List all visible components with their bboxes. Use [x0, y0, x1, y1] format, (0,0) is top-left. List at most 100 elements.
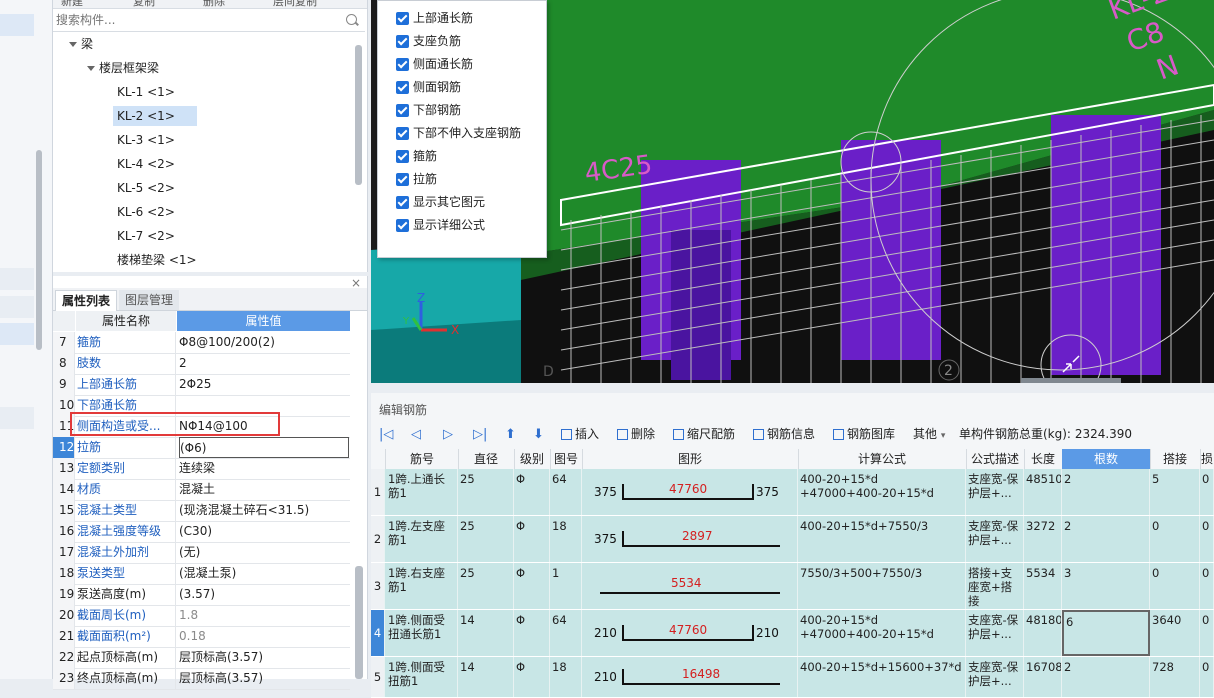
property-value[interactable]: 连续梁 [179, 458, 349, 479]
checked-icon[interactable] [396, 127, 409, 140]
cell-bar-name[interactable]: 1跨.上通长筋1 [386, 469, 458, 515]
grid-header-column[interactable]: 图号 [550, 449, 583, 469]
tree-item-kl-7[interactable]: KL-7 <2> [113, 226, 179, 246]
delete-button[interactable]: 删除 [203, 0, 225, 8]
cell-length[interactable]: 48510 [1024, 469, 1062, 515]
scale-rebar-button[interactable]: 缩尺配筋 [673, 423, 735, 445]
cell-grade[interactable]: Φ [514, 563, 550, 609]
property-name[interactable]: 截面周长(m) [77, 605, 176, 626]
tree-item-kl-3[interactable]: KL-3 <1> [113, 130, 179, 150]
other-dropdown[interactable]: 其他 ▾ [913, 423, 945, 445]
cell-formula[interactable]: 400-20+15*d+15600+37*d [798, 657, 966, 697]
property-row[interactable]: 22 起点顶标高(m) 层顶标高(3.57) [53, 647, 350, 669]
property-row[interactable]: 8 肢数 2 [53, 353, 350, 375]
grid-header-index[interactable] [371, 449, 386, 469]
cell-formula[interactable]: 400-20+15*d+7550/3 [798, 516, 966, 562]
property-value[interactable]: (Φ6) [179, 437, 349, 458]
grid-header-column[interactable]: 长度 [1024, 449, 1063, 469]
strip-item[interactable] [0, 268, 34, 290]
checkbox-bottom-bar[interactable]: 下部钢筋 [396, 99, 461, 121]
cell-lap[interactable]: 0 [1150, 516, 1200, 562]
row-index[interactable]: 1 [371, 469, 385, 515]
property-value[interactable]: (混凝土泵) [179, 563, 349, 584]
floor-copy-button[interactable]: 层间复制 [273, 0, 317, 8]
property-name[interactable]: 泵送类型 [77, 563, 176, 584]
tree-item-kl-1[interactable]: KL-1 <1> [113, 82, 179, 102]
property-value[interactable]: Φ8@100/200(2) [179, 332, 349, 353]
copy-button[interactable]: 复制 [133, 0, 155, 8]
cell-shape[interactable]: 210 210 47760 [582, 610, 798, 656]
grid-header-column[interactable]: 根数 [1062, 449, 1151, 469]
property-row[interactable]: 18 泵送类型 (混凝土泵) [53, 563, 350, 585]
cell-figure-no[interactable]: 18 [550, 516, 582, 562]
grid-header-column[interactable]: 搭接 [1150, 449, 1201, 469]
checkbox-bottom-not-into-support[interactable]: 下部不伸入支座钢筋 [396, 122, 521, 144]
property-value[interactable]: 层顶标高(3.57) [179, 647, 349, 668]
cell-length[interactable]: 48180 [1024, 610, 1062, 656]
strip-item[interactable] [0, 407, 34, 429]
cell-description[interactable]: 支座宽-保护层+... [966, 469, 1024, 515]
property-value[interactable]: (无) [179, 542, 349, 563]
row-index[interactable]: 4 [371, 610, 385, 656]
row-index[interactable]: 2 [371, 516, 385, 562]
cell-bar-name[interactable]: 1跨.侧面受扭筋1 [386, 657, 458, 697]
move-up-icon[interactable]: ⬆ [505, 427, 516, 442]
checkbox-top-through-bar[interactable]: 上部通长筋 [396, 7, 473, 29]
checkbox-support-negative-bar[interactable]: 支座负筋 [396, 30, 461, 52]
cell-description[interactable]: 支座宽-保护层+... [966, 657, 1024, 697]
tree-item-kl-4[interactable]: KL-4 <2> [113, 154, 179, 174]
cell-figure-no[interactable]: 64 [550, 610, 582, 656]
cell-count[interactable]: 3 [1062, 563, 1150, 609]
first-icon[interactable]: |◁ [379, 427, 393, 442]
tree-item-kl-6[interactable]: KL-6 <2> [113, 202, 179, 222]
checked-icon[interactable] [396, 81, 409, 94]
checked-icon[interactable] [396, 104, 409, 117]
property-name[interactable]: 混凝土外加剂 [77, 542, 176, 563]
property-value[interactable]: (C30) [179, 521, 349, 542]
tree-node-floor-frame-beam[interactable]: 楼层框架梁 [83, 58, 163, 78]
rebar-library-button[interactable]: 钢筋图库 [833, 423, 895, 445]
property-row[interactable]: 21 截面面积(m²) 0.18 [53, 626, 350, 648]
tree-node-beam[interactable]: 梁 [65, 34, 97, 54]
cell-formula[interactable]: 400-20+15*d +47000+400-20+15*d [798, 610, 966, 656]
previous-icon[interactable]: ◁ [411, 427, 421, 442]
cell-loss[interactable]: 0 [1200, 657, 1214, 697]
cell-diameter[interactable]: 14 [458, 610, 514, 656]
cell-lap[interactable]: 728 [1150, 657, 1200, 697]
cell-bar-name[interactable]: 1跨.侧面受扭通长筋1 [386, 610, 458, 656]
cell-bar-name[interactable]: 1跨.左支座筋1 [386, 516, 458, 562]
strip-item-selected[interactable] [0, 323, 34, 345]
row-index[interactable]: 5 [371, 657, 385, 697]
checked-icon[interactable] [396, 173, 409, 186]
delete-rebar-button[interactable]: 删除 [617, 423, 655, 445]
cell-description[interactable]: 支座宽-保护层+... [966, 610, 1024, 656]
property-row[interactable]: 19 泵送高度(m) (3.57) [53, 584, 350, 606]
property-scrollbar[interactable] [355, 566, 363, 679]
cell-diameter[interactable]: 25 [458, 469, 514, 515]
cell-description[interactable]: 搭接+支座宽+搭接 [966, 563, 1024, 609]
property-row[interactable]: 23 终点顶标高(m) 层顶标高(3.57) [53, 668, 350, 690]
row-index[interactable]: 3 [371, 563, 385, 609]
cell-length[interactable]: 3272 [1024, 516, 1062, 562]
grid-header-column[interactable]: 筋号 [386, 449, 459, 469]
property-value[interactable]: 2Φ25 [179, 374, 349, 395]
cell-loss[interactable]: 0 [1200, 516, 1214, 562]
property-row[interactable]: 17 混凝土外加剂 (无) [53, 542, 350, 564]
cell-count[interactable]: 2 [1062, 516, 1150, 562]
checked-icon[interactable] [396, 196, 409, 209]
property-name[interactable]: 混凝土类型 [77, 500, 176, 521]
property-row[interactable]: 16 混凝土强度等级 (C30) [53, 521, 350, 543]
property-value[interactable]: 2 [179, 353, 349, 374]
property-value[interactable]: 1.8 [179, 605, 349, 626]
cell-lap[interactable]: 3640 [1150, 610, 1200, 656]
checked-icon[interactable] [396, 58, 409, 71]
cell-shape[interactable]: 375 375 47760 [582, 469, 798, 515]
next-icon[interactable]: ▷ [443, 427, 453, 442]
cell-diameter[interactable]: 25 [458, 516, 514, 562]
checkbox-show-detailed-formula[interactable]: 显示详细公式 [396, 214, 485, 236]
grid-header-column[interactable]: 图形 [582, 449, 799, 469]
search-icon[interactable] [346, 14, 357, 25]
tree-item-kl-5[interactable]: KL-5 <2> [113, 178, 179, 198]
table-row[interactable]: 5 1跨.侧面受扭筋1 14 Φ 18 210 16498 400-20+15*d+15600… [371, 657, 1214, 698]
cell-lap[interactable]: 0 [1150, 563, 1200, 609]
